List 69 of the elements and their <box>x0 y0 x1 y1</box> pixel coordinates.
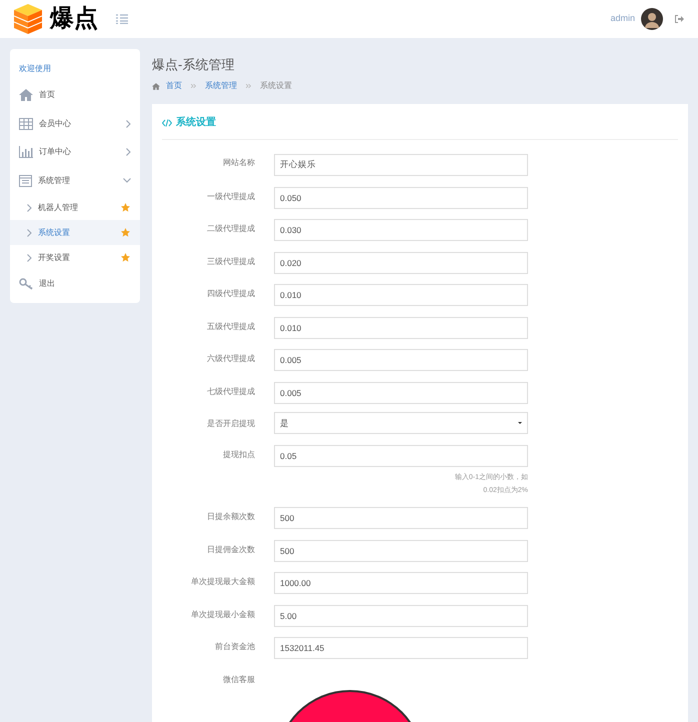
text-field[interactable]: 0.050 <box>274 186 528 208</box>
text-field[interactable]: 0.005 <box>274 382 528 404</box>
text-field[interactable]: 1532011.45 <box>274 637 528 659</box>
text-field[interactable]: 500 <box>274 540 528 562</box>
list-icon[interactable] <box>116 14 128 24</box>
text-field[interactable]: 0.020 <box>274 252 528 274</box>
field-label: 六级代理提成 <box>206 353 255 365</box>
double-chevron-icon <box>191 84 196 88</box>
sidebar-item[interactable]: 系统管理 <box>10 166 140 195</box>
sidebar-item[interactable]: 退出 <box>10 270 140 298</box>
sidebar-item[interactable]: 会员中心 <box>10 110 140 138</box>
field-label: 一级代理提成 <box>206 190 255 202</box>
submenu-item[interactable]: 开奖设置 <box>10 245 140 270</box>
home-icon <box>19 89 33 102</box>
field-label: 单次提现最小金额 <box>190 608 255 620</box>
sidebar-item[interactable]: 首页 <box>10 81 140 110</box>
field-label: 五级代理提成 <box>206 320 255 332</box>
text-field[interactable]: 开心娱乐 <box>274 154 528 176</box>
page-title: 爆点-系统管理 <box>152 58 236 71</box>
chevron-right-icon <box>27 254 32 262</box>
field-label: 七级代理提成 <box>206 386 255 398</box>
text-field[interactable]: 0.010 <box>274 284 528 306</box>
field-label: 微信客服 <box>222 674 255 686</box>
field-label: 是否开启提现 <box>206 418 255 430</box>
field-label: 日提余额次数 <box>206 511 255 523</box>
text-field[interactable]: 0.05 <box>274 444 528 466</box>
chevron-right-icon <box>126 148 131 156</box>
sidebar-heading: 欢迎使用 <box>18 63 52 75</box>
submenu-item[interactable]: 系统设置 <box>10 220 140 245</box>
breadcrumb-link[interactable]: 首页 <box>166 80 182 92</box>
caret-icon <box>518 422 522 424</box>
text-field[interactable]: 5.00 <box>274 604 528 626</box>
field-label: 单次提现最大金额 <box>190 576 255 588</box>
text-field[interactable]: 500 <box>274 507 528 529</box>
field-label: 四级代理提成 <box>206 288 255 300</box>
star-icon <box>121 228 130 237</box>
bar-chart-icon <box>19 146 33 158</box>
card-title: 系统设置 <box>176 116 216 130</box>
sidebar-item[interactable]: 订单中心 <box>10 138 140 166</box>
table-icon <box>19 118 33 130</box>
select-field[interactable]: 是 <box>274 412 528 434</box>
key-icon <box>19 278 33 290</box>
code-icon <box>162 118 172 126</box>
chevron-right-icon <box>27 228 32 236</box>
double-chevron-icon <box>246 84 251 88</box>
breadcrumb-current: 系统设置 <box>260 80 292 92</box>
field-label: 提现扣点 <box>222 448 255 460</box>
star-icon <box>121 253 130 262</box>
logo-text: 爆点 <box>50 7 98 31</box>
breadcrumb-link[interactable]: 系统管理 <box>205 80 237 92</box>
chevron-right-icon <box>126 120 131 128</box>
text-field[interactable]: 1000.00 <box>274 572 528 594</box>
text-field[interactable]: 0.010 <box>274 316 528 338</box>
window-icon <box>19 174 32 187</box>
submenu-item[interactable]: 机器人管理 <box>10 195 140 220</box>
star-icon <box>121 203 130 212</box>
chevron-down-icon <box>123 178 131 184</box>
logout-icon[interactable] <box>675 15 684 23</box>
avatar[interactable] <box>641 8 663 30</box>
chevron-right-icon <box>27 204 32 212</box>
text-field[interactable]: 0.005 <box>274 349 528 371</box>
field-label: 日提佣金次数 <box>206 544 255 556</box>
text-field[interactable]: 0.030 <box>274 219 528 241</box>
field-label: 二级代理提成 <box>206 223 255 235</box>
field-label: 三级代理提成 <box>206 256 255 268</box>
cube-logo-icon <box>14 4 42 34</box>
home-icon <box>152 82 160 90</box>
field-label: 前台资金池 <box>214 641 255 653</box>
field-label: 网站名称 <box>222 157 255 169</box>
